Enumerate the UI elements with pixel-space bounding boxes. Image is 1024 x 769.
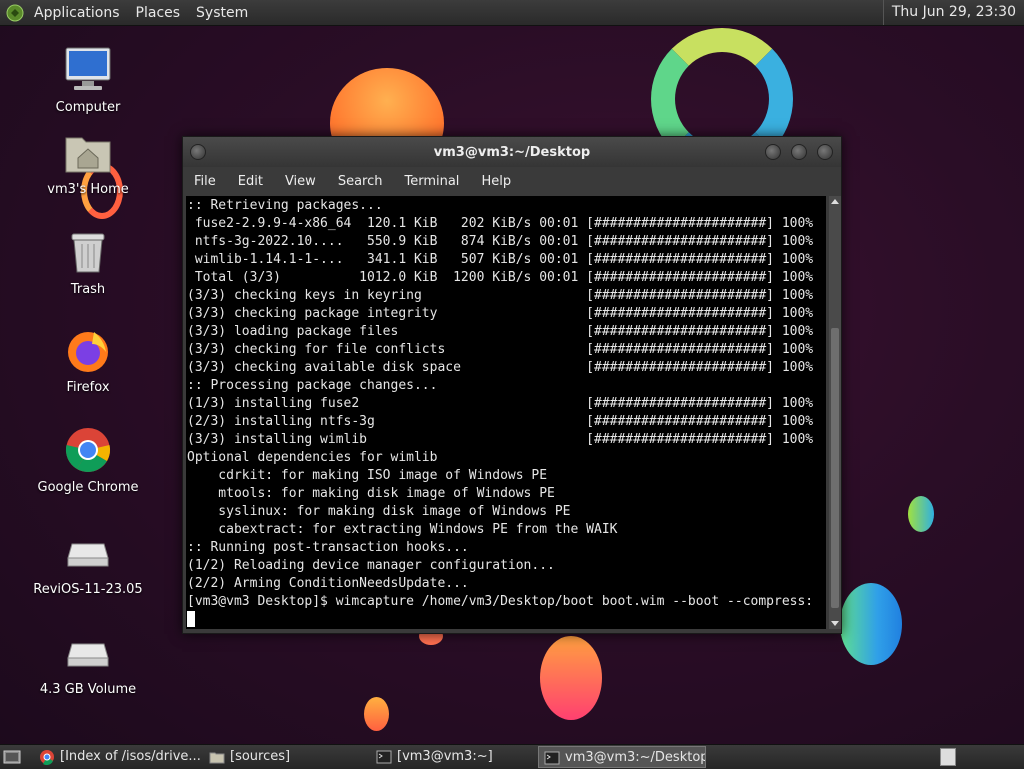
- bottom-panel: [Index of /isos/drive... [sources] [vm3@…: [0, 744, 1024, 769]
- desktop-icon-label: 4.3 GB Volume: [39, 682, 137, 697]
- wallpaper-pink-blob: [540, 636, 602, 720]
- desktop-icon-label: vm3's Home: [47, 182, 129, 197]
- folder-icon: [209, 752, 225, 764]
- trash-icon: [71, 233, 105, 273]
- title-bar[interactable]: vm3@vm3:~/Desktop: [183, 137, 841, 167]
- desktop-icon-firefox[interactable]: Firefox: [33, 326, 143, 395]
- system-menu[interactable]: System: [190, 5, 254, 21]
- drive-icon: [67, 643, 109, 667]
- taskbar-item[interactable]: [Index of /isos/drive...: [34, 746, 228, 768]
- show-desktop-icon[interactable]: [3, 748, 21, 766]
- desktop-icon-volume[interactable]: 4.3 GB Volume: [33, 628, 143, 697]
- terminal-text: :: Retrieving packages... fuse2-2.9.9-4-…: [187, 198, 814, 609]
- scroll-up-arrow[interactable]: [831, 199, 839, 204]
- text-cursor: [187, 611, 195, 627]
- maximize-button[interactable]: [817, 144, 833, 160]
- wallpaper-blue-blob: [840, 583, 902, 665]
- wallpaper-teal-blob: [908, 496, 934, 532]
- menu-terminal[interactable]: Terminal: [393, 174, 470, 189]
- top-panel: Applications Places System Thu Jun 29, 2…: [0, 0, 1024, 26]
- desktop-icon-label: Google Chrome: [37, 480, 139, 495]
- chrome-icon: [40, 750, 54, 765]
- terminal-window[interactable]: vm3@vm3:~/Desktop File Edit View Search …: [182, 136, 842, 634]
- desktop-icon-chrome[interactable]: Google Chrome: [33, 426, 143, 495]
- scroll-down-arrow[interactable]: [831, 621, 839, 626]
- applications-menu[interactable]: Applications: [28, 5, 126, 21]
- taskbar-item-active[interactable]: vm3@vm3:~/Desktop: [538, 746, 706, 768]
- desktop-icon-home[interactable]: vm3's Home: [33, 128, 143, 197]
- desktop-icon-label: Computer: [55, 100, 121, 115]
- taskbar-item[interactable]: [vm3@vm3:~]: [371, 746, 561, 768]
- desktop-icon-computer[interactable]: Computer: [33, 46, 143, 115]
- terminal-scrollbar[interactable]: [829, 196, 841, 629]
- terminal-icon: [376, 750, 392, 764]
- drive-icon: [67, 543, 109, 567]
- desktop-icon-revios[interactable]: ReviOS-11-23.05: [33, 528, 143, 597]
- desktop-icon-label: Trash: [70, 282, 106, 297]
- clock[interactable]: Thu Jun 29, 23:30: [882, 0, 1024, 25]
- desktop-icon-trash[interactable]: Trash: [33, 228, 143, 297]
- firefox-icon: [68, 332, 108, 372]
- menu-help[interactable]: Help: [470, 174, 522, 189]
- shade-button[interactable]: [765, 144, 781, 160]
- menu-edit[interactable]: Edit: [227, 174, 274, 189]
- scroll-thumb[interactable]: [831, 328, 839, 608]
- taskbar-item-label: [Index of /isos/drive...: [60, 749, 201, 764]
- desktop-icon-label: ReviOS-11-23.05: [33, 582, 143, 597]
- taskbar-item-label: [vm3@vm3:~]: [397, 749, 493, 764]
- taskbar-item-label: vm3@vm3:~/Desktop: [565, 750, 706, 765]
- window-title: vm3@vm3:~/Desktop: [433, 145, 591, 160]
- wallpaper-small-orange-blob: [364, 697, 389, 731]
- mate-logo-icon[interactable]: [6, 4, 24, 22]
- menu-file[interactable]: File: [183, 174, 227, 189]
- menu-search[interactable]: Search: [327, 174, 394, 189]
- taskbar-item-label: [sources]: [230, 749, 291, 764]
- home-folder-icon: [65, 137, 111, 173]
- menu-view[interactable]: View: [274, 174, 327, 189]
- workspace-switcher[interactable]: [940, 748, 956, 766]
- terminal-menu-bar: File Edit View Search Terminal Help: [183, 167, 841, 195]
- minimize-button[interactable]: [791, 144, 807, 160]
- places-menu[interactable]: Places: [130, 5, 187, 21]
- terminal-output[interactable]: :: Retrieving packages... fuse2-2.9.9-4-…: [186, 196, 826, 629]
- desktop-icon-label: Firefox: [66, 380, 110, 395]
- terminal-icon: [544, 751, 560, 765]
- computer-icon: [65, 47, 111, 90]
- taskbar-item[interactable]: [sources]: [204, 746, 394, 768]
- chrome-icon: [65, 428, 111, 472]
